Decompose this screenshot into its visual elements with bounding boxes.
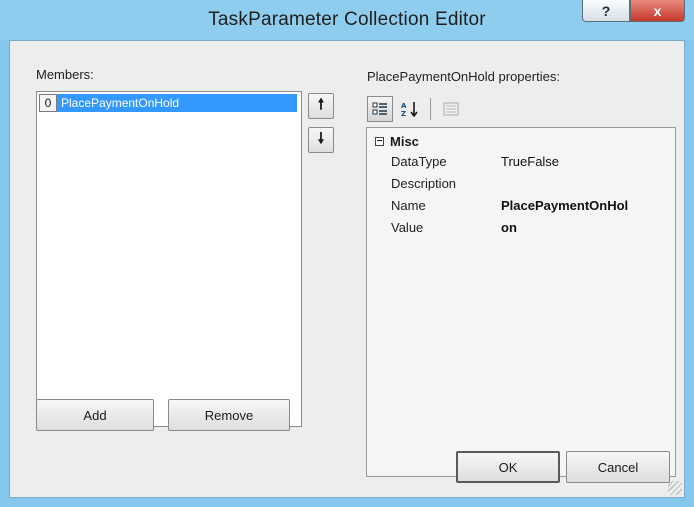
property-value[interactable]: TrueFalse [501, 154, 671, 174]
property-row-datatype[interactable]: DataType TrueFalse [391, 154, 671, 174]
property-pages-icon [443, 102, 459, 116]
property-pages-button[interactable] [438, 96, 464, 122]
property-value[interactable] [501, 176, 671, 196]
list-item[interactable]: 0 PlacePaymentOnHold [39, 94, 297, 112]
property-name: Value [391, 220, 424, 235]
svg-text:Z: Z [401, 110, 406, 117]
add-button-label: Add [83, 407, 107, 423]
property-row-description[interactable]: Description [391, 176, 671, 196]
property-name: Name [391, 198, 426, 213]
remove-button-label: Remove [204, 407, 254, 423]
members-label: Members: [36, 67, 94, 82]
arrow-up-icon: 🠕 [317, 95, 325, 113]
members-list[interactable]: 0 PlacePaymentOnHold [36, 91, 302, 427]
dialog-client-area: Members: 0 PlacePaymentOnHold 🠕 🠗 Add Re… [9, 40, 685, 498]
property-value[interactable]: PlacePaymentOnHol [501, 198, 671, 218]
property-row-value[interactable]: Value on [391, 220, 671, 240]
ok-button-label: OK [498, 459, 518, 475]
categorized-icon [372, 102, 387, 115]
close-icon: x [653, 2, 662, 19]
ok-button[interactable]: OK [456, 451, 560, 483]
categorized-button[interactable] [367, 96, 393, 122]
help-button[interactable]: ? [582, 0, 630, 22]
close-button[interactable]: x [630, 0, 685, 22]
alphabetical-button[interactable]: A Z [397, 96, 423, 122]
remove-button[interactable]: Remove [168, 399, 290, 431]
move-down-button[interactable]: 🠗 [308, 127, 334, 153]
cancel-button-label: Cancel [597, 459, 639, 475]
cancel-button[interactable]: Cancel [566, 451, 670, 483]
alphabetical-icon: A Z [401, 102, 418, 117]
category-name: Misc [390, 134, 419, 149]
move-up-button[interactable]: 🠕 [308, 93, 334, 119]
resize-grip[interactable] [668, 481, 682, 495]
property-name: DataType [391, 154, 447, 169]
property-name: Description [391, 176, 457, 191]
svg-text:A: A [401, 102, 407, 110]
collapse-icon[interactable]: − [375, 137, 384, 147]
property-toolbar: A Z [367, 95, 464, 123]
property-grid[interactable]: − Misc DataType TrueFalse Description Na… [366, 127, 676, 477]
category-misc[interactable]: − Misc [375, 134, 419, 149]
add-button[interactable]: Add [36, 399, 154, 431]
title-bar[interactable]: TaskParameter Collection Editor ? x [0, 0, 694, 40]
property-row-name[interactable]: Name PlacePaymentOnHol [391, 198, 671, 218]
properties-label: PlacePaymentOnHold properties: [367, 69, 560, 84]
dialog-window: TaskParameter Collection Editor ? x Memb… [0, 0, 694, 507]
member-index: 0 [39, 94, 57, 112]
member-name: PlacePaymentOnHold [57, 94, 297, 112]
arrow-down-icon: 🠗 [317, 129, 325, 147]
help-icon: ? [601, 2, 611, 19]
property-value[interactable]: on [501, 220, 671, 240]
toolbar-separator [430, 98, 431, 120]
